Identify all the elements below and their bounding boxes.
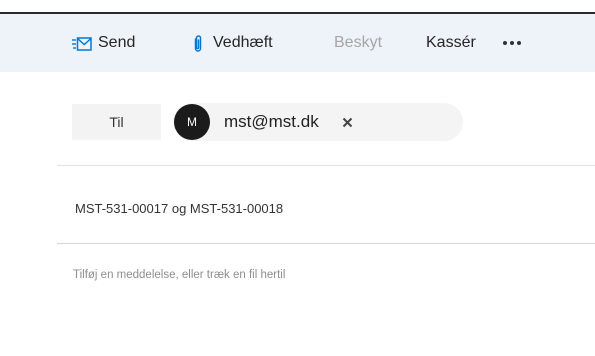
to-label: Til bbox=[109, 114, 124, 130]
compose-toolbar: Send Vedhæft Beskyt Kassér bbox=[0, 14, 595, 72]
close-icon[interactable] bbox=[337, 111, 359, 133]
send-envelope-icon bbox=[72, 36, 92, 51]
more-options-button[interactable] bbox=[503, 14, 521, 72]
message-body[interactable]: Tilføj en meddelelse, eller træk en fil … bbox=[57, 244, 595, 356]
subject-field[interactable]: MST-531-00017 og MST-531-00018 bbox=[57, 166, 595, 244]
to-button[interactable]: Til bbox=[72, 104, 161, 140]
recipient-chip[interactable]: M mst@mst.dk bbox=[173, 103, 463, 141]
recipient-email: mst@mst.dk bbox=[224, 112, 319, 131]
avatar: M bbox=[174, 104, 210, 140]
more-options-icon bbox=[503, 41, 521, 45]
paperclip-icon bbox=[193, 34, 203, 54]
attach-label: Vedhæft bbox=[213, 34, 273, 51]
send-button[interactable]: Send bbox=[72, 14, 135, 72]
avatar-initial: M bbox=[187, 115, 197, 129]
attach-button[interactable]: Vedhæft bbox=[193, 14, 273, 72]
body-placeholder: Tilføj en meddelelse, eller træk en fil … bbox=[73, 269, 286, 281]
subject-value: MST-531-00017 og MST-531-00018 bbox=[75, 201, 284, 216]
protect-button[interactable]: Beskyt bbox=[334, 14, 382, 72]
compose-window: Send Vedhæft Beskyt Kassér Til M mst@mst… bbox=[0, 0, 595, 356]
send-label: Send bbox=[98, 34, 136, 51]
discard-label: Kassér bbox=[426, 34, 476, 51]
window-top-border bbox=[0, 0, 595, 14]
recipients-row: Til M mst@mst.dk bbox=[57, 72, 595, 166]
discard-button[interactable]: Kassér bbox=[426, 14, 476, 72]
protect-label: Beskyt bbox=[334, 34, 383, 51]
